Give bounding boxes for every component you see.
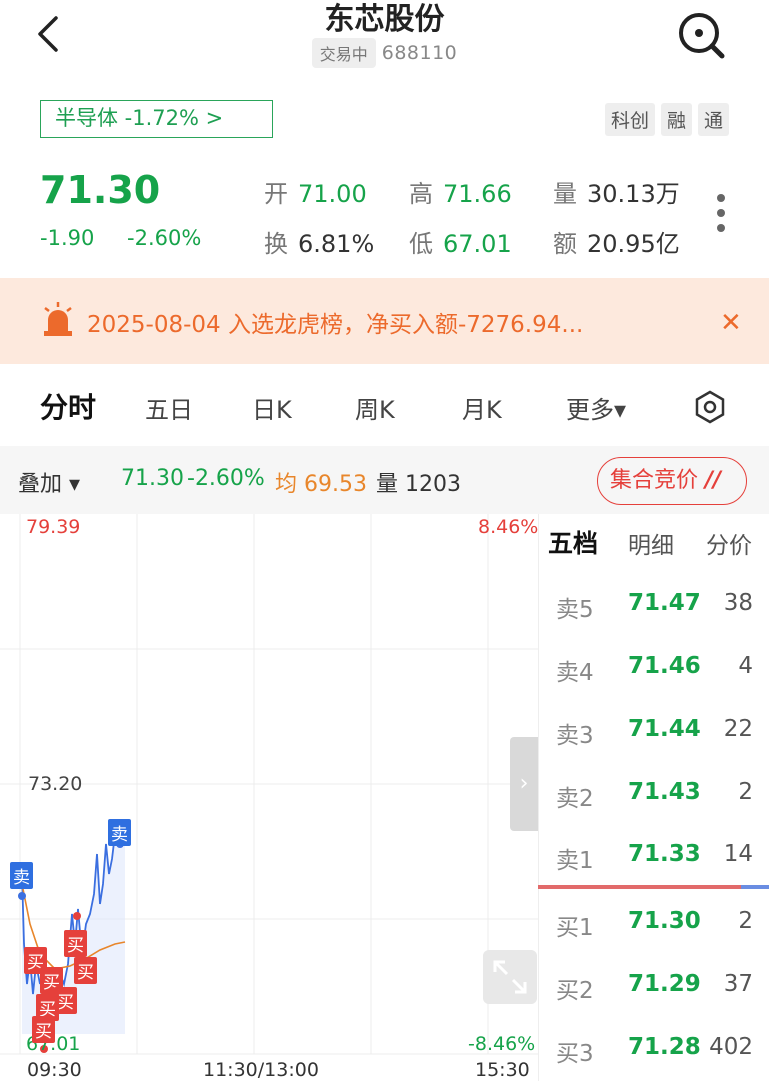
x-label-close: 15:30	[475, 1059, 530, 1081]
tab-daily-k[interactable]: 日K	[252, 390, 292, 425]
buy-marker[interactable]: 买	[74, 957, 97, 984]
y-top-label: 79.39	[26, 516, 81, 538]
low-stat: 低 67.01	[409, 230, 512, 258]
buy-row[interactable]: 买1 71.30 2	[539, 908, 769, 948]
tab-five-levels[interactable]: 五档	[548, 524, 598, 560]
volume-stat: 量 30.13万	[553, 180, 680, 208]
price-change: -1.90	[40, 226, 95, 250]
tab-five-day[interactable]: 五日	[145, 390, 193, 425]
bid-ask-ratio-bar	[538, 885, 769, 889]
notice-text[interactable]: 2025-08-04 入选龙虎榜，净买入额-7276.94...	[87, 305, 583, 339]
buy-row[interactable]: 买3 71.28 402	[539, 1034, 769, 1074]
search-icon[interactable]	[674, 8, 730, 64]
stock-code: 688110	[381, 42, 458, 64]
stock-subtitle: 交易中 688110	[0, 38, 769, 68]
buy-row[interactable]: 买2 71.29 37	[539, 971, 769, 1011]
tab-details[interactable]: 明细	[628, 526, 674, 560]
chart-svg	[0, 514, 538, 1055]
sell-row[interactable]: 卖4 71.46 4	[539, 653, 769, 693]
y-mid-label: 73.20	[28, 773, 83, 795]
x-label-midday: 11:30/13:00	[203, 1059, 319, 1081]
tag-connect: 通	[697, 103, 729, 136]
metric-price: 71.30	[121, 466, 184, 491]
overlay-dropdown[interactable]: 叠加 ▾	[18, 466, 80, 498]
tab-monthly-k[interactable]: 月K	[462, 390, 502, 425]
pct-top-label: 8.46%	[478, 516, 539, 538]
more-icon[interactable]	[717, 194, 731, 239]
tag-kechuang: 科创	[604, 103, 655, 136]
metric-pct: -2.60%	[187, 466, 265, 491]
price-change-pct: -2.60%	[127, 226, 202, 250]
sell-row[interactable]: 卖5 71.47 38	[539, 590, 769, 630]
turnover-stat: 换 6.81%	[264, 230, 375, 258]
sell-row[interactable]: 卖1 71.33 14	[539, 841, 769, 881]
amount-stat: 额 20.95亿	[553, 230, 680, 258]
tab-price-distribution[interactable]: 分价	[706, 526, 752, 560]
fullscreen-icon[interactable]	[483, 950, 537, 1004]
high-stat: 高 71.66	[409, 180, 512, 208]
alarm-icon	[44, 302, 72, 336]
intraday-chart[interactable]: 79.39 8.46% 73.20 67.01 -8.46% 09:30 11:…	[0, 514, 538, 1081]
buy-marker[interactable]: 买	[32, 1016, 55, 1043]
tab-more[interactable]: 更多▾	[566, 390, 626, 425]
tag-margin: 融	[660, 103, 692, 136]
sell-row[interactable]: 卖3 71.44 22	[539, 716, 769, 756]
open-stat: 开 71.00	[264, 180, 367, 208]
metric-avg: 均 69.53	[275, 472, 367, 497]
sell-row[interactable]: 卖2 71.43 2	[539, 779, 769, 819]
auction-label: 集合竞价	[610, 468, 699, 493]
chart-tabs: 分时 五日 日K 周K 月K 更多▾	[0, 384, 769, 432]
auction-arrows-icon: //	[705, 468, 722, 493]
metric-vol: 量 1203	[376, 472, 461, 497]
settings-hex-icon[interactable]	[692, 389, 728, 425]
auction-button[interactable]: 集合竞价 //	[597, 457, 747, 505]
order-book: 五档 明细 分价 卖5 71.47 38 卖4 71.46 4 卖3 71.44 22 卖2…	[538, 514, 769, 1081]
buy-marker[interactable]: 买	[64, 930, 87, 957]
tab-intraday[interactable]: 分时	[40, 386, 96, 426]
expand-panel-button[interactable]: ›	[510, 737, 538, 831]
close-icon[interactable]: ✕	[720, 308, 742, 338]
market-tags: 科创 融 通	[604, 103, 729, 136]
pct-bottom-label: -8.46%	[468, 1033, 536, 1055]
x-label-open: 09:30	[27, 1059, 82, 1081]
sell-marker[interactable]: 卖	[10, 862, 33, 889]
status-badge: 交易中	[311, 38, 376, 68]
page-title: 东芯股份	[324, 2, 445, 37]
tab-weekly-k[interactable]: 周K	[355, 390, 395, 425]
sell-marker[interactable]: 卖	[108, 819, 131, 846]
current-price: 71.30	[40, 168, 161, 212]
sector-button[interactable]: 半导体 -1.72% >	[40, 100, 273, 138]
